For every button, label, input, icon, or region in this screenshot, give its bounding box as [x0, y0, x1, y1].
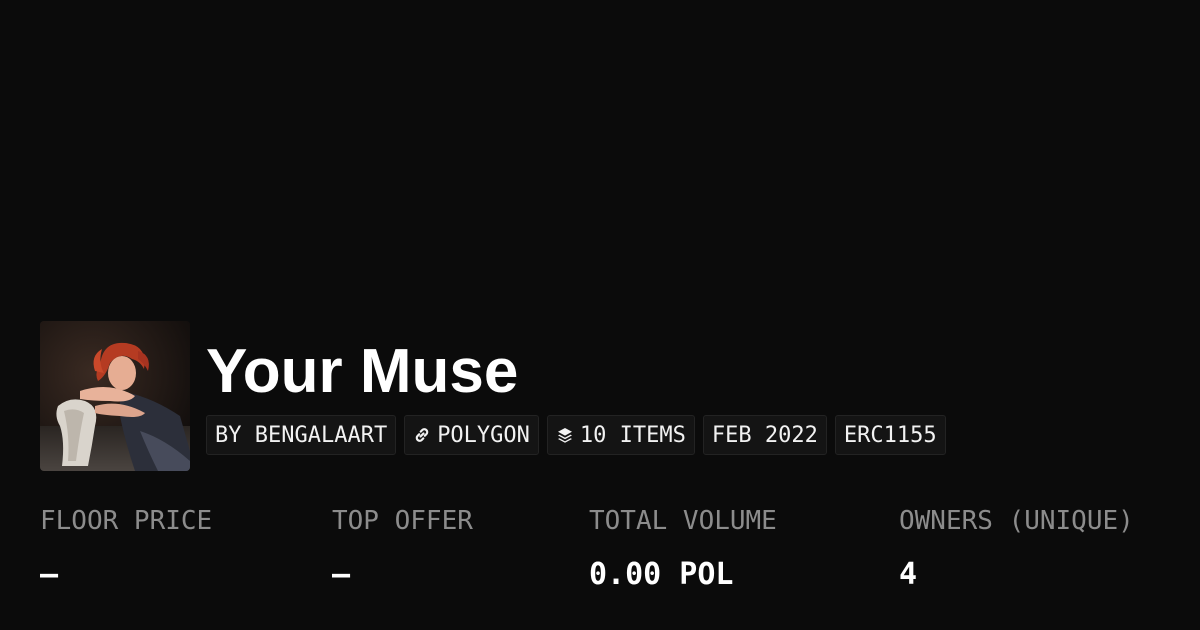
stat-floor-price: FLOOR PRICE —	[40, 503, 212, 595]
stat-label: FLOOR PRICE	[40, 506, 213, 536]
chain-badge-label: POLYGON	[437, 422, 530, 448]
collection-avatar	[40, 321, 190, 471]
stat-label: TOTAL VOLUME	[589, 506, 777, 536]
standard-badge-label: ERC1155	[843, 422, 937, 448]
items-badge[interactable]: 10 ITEMS	[546, 415, 695, 455]
stat-value: 0.00 POL	[589, 557, 734, 592]
stat-value: —	[40, 557, 59, 592]
layers-icon	[556, 426, 574, 444]
stat-top-offer: TOP OFFER —	[332, 503, 473, 595]
link-icon	[413, 426, 431, 444]
stat-total-volume: TOTAL VOLUME 0.00 POL	[589, 503, 777, 595]
stat-label: TOP OFFER	[332, 506, 473, 536]
collection-badges: BY BENGALAART POLYGON 10 ITEMS FEB 2022	[206, 415, 946, 455]
stat-value: —	[332, 557, 351, 592]
standard-badge: ERC1155	[834, 415, 946, 455]
stat-value: 4	[899, 557, 918, 592]
stat-owners-unique: OWNERS (UNIQUE) 4	[899, 503, 1134, 595]
creator-badge-label: BY BENGALAART	[215, 422, 388, 448]
creator-badge[interactable]: BY BENGALAART	[206, 415, 397, 455]
items-badge-label: 10 ITEMS	[579, 422, 686, 448]
stat-label: OWNERS (UNIQUE)	[899, 506, 1134, 536]
collection-title: Your Muse	[206, 337, 519, 406]
date-badge: FEB 2022	[702, 415, 827, 455]
date-badge-label: FEB 2022	[711, 422, 818, 448]
chain-badge[interactable]: POLYGON	[404, 415, 539, 455]
